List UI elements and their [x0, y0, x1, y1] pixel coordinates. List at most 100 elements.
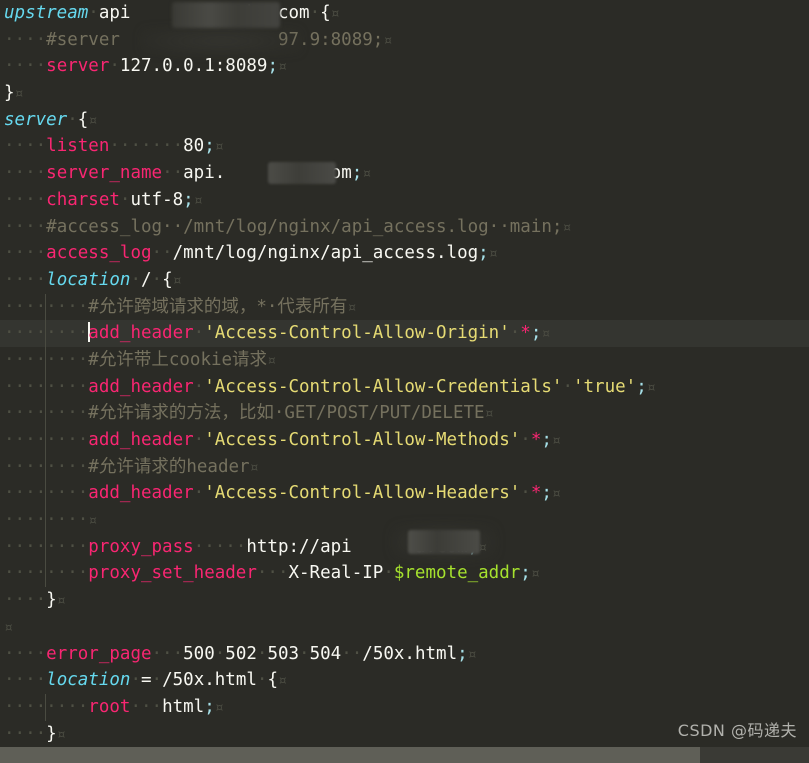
code-line[interactable]: ········#允许请求的header¤ [0, 453, 809, 481]
code-line[interactable]: ········add_header·'Access-Control-Allow… [0, 373, 809, 401]
code-line[interactable]: ········add_header·'Access-Control-Allow… [0, 480, 809, 508]
leading-whitespace-dots: ···· [4, 670, 47, 691]
code-token-num: 503 [267, 643, 300, 664]
code-line[interactable]: ········add_header·'Access-Control-Allow… [0, 427, 809, 454]
code-token-star: * [520, 323, 531, 344]
code-token-str: 'Access-Control-Allow-Credentials' [204, 376, 563, 397]
code-line[interactable]: ····error_page···500·502·503·504··/50x.h… [0, 641, 809, 668]
code-line[interactable]: ····access_log··/mnt/log/nginx/api_acces… [0, 240, 809, 267]
code-token-cmt: #允许带上cookie请求 [88, 349, 268, 370]
code-line[interactable]: ········proxy_set_header···X-Real-IP·$re… [0, 560, 809, 588]
code-line[interactable]: ········#允许跨域请求的域，*·代表所有¤ [0, 293, 809, 321]
code-line[interactable]: ····#server 97.9:8089;¤ [0, 27, 809, 54]
code-token-ws: · [88, 3, 99, 23]
code-token-semi: ; [204, 136, 215, 157]
indent-guide [45, 533, 47, 561]
code-token-txt: /mnt/log/nginx/api_access.log [172, 243, 479, 264]
eol-marker: ¤ [249, 457, 259, 476]
code-token-brace: } [46, 723, 57, 744]
code-line[interactable]: ········#允许带上cookie请求¤ [0, 346, 809, 374]
indent-guide [45, 346, 47, 374]
code-token-dir: proxy_set_header [88, 563, 257, 584]
code-token-kw: server [4, 109, 68, 130]
code-token-semi: ; [530, 323, 542, 344]
code-token-semi: ; [541, 430, 552, 450]
code-token-str: 'true' [572, 376, 637, 397]
indent-guide [45, 427, 47, 454]
leading-whitespace-dots: ···· [4, 723, 47, 744]
code-token-semi: ; [467, 536, 479, 557]
code-token-ws: · [151, 269, 163, 290]
code-token-brace: } [4, 83, 15, 104]
code-token-txt: http://api [246, 536, 352, 557]
code-content-area[interactable]: upstream·api aka.com·{¤ ····#server 97.9:… [0, 0, 809, 745]
code-token-txt: api. [183, 163, 226, 184]
code-line[interactable]: ····location·/·{¤ [0, 267, 809, 294]
code-token-semi: ; [541, 483, 552, 504]
code-line[interactable]: ····}¤ [0, 587, 809, 614]
indent-guide [45, 507, 47, 534]
code-line[interactable]: ¤ [0, 614, 809, 641]
indent-guide [45, 560, 47, 588]
code-editor[interactable]: upstream·api aka.com·{¤ ····#server 97.9:… [0, 0, 809, 763]
code-token-ws: · [119, 189, 131, 210]
code-token-punct: = [141, 670, 152, 691]
code-token-dir: charset [46, 189, 120, 210]
code-token-ws: ······· [109, 136, 184, 157]
eol-marker: ¤ [484, 404, 494, 423]
code-token-dir: add_header [88, 376, 194, 397]
code-token-str: 'Access-Control-Allow-Methods' [204, 430, 521, 450]
code-token-dir: listen [46, 136, 110, 157]
code-token-dir: error_page [46, 643, 152, 664]
code-line[interactable]: ····#access_log··/mnt/log/nginx/api_acce… [0, 214, 809, 241]
code-token-dir: root [88, 696, 131, 717]
eol-marker: ¤ [646, 377, 656, 396]
horizontal-scrollbar-thumb[interactable] [0, 747, 700, 763]
code-token-ws: ··· [151, 643, 184, 664]
code-token-brace: } [46, 590, 57, 611]
code-token-semi: ; [478, 243, 489, 264]
code-line[interactable]: ········¤ [0, 507, 809, 534]
code-token-cmt: #server [46, 29, 120, 50]
code-line[interactable]: ········proxy_pass·····http://api a.com;… [0, 533, 809, 561]
indent-guide [45, 693, 47, 721]
code-token-ws: ·· [162, 163, 184, 184]
eol-marker: ¤ [4, 617, 14, 636]
code-line[interactable]: server·{¤ [0, 107, 809, 134]
code-line[interactable]: ····charset·utf-8;¤ [0, 187, 809, 214]
leading-whitespace-dots: ···· [4, 643, 47, 664]
leading-whitespace-dots: ···· [4, 590, 47, 611]
code-token-cmt: #access_log··/mnt/log/nginx/api_access.l… [46, 216, 563, 237]
code-token-dir: server [46, 56, 110, 77]
horizontal-scrollbar-track[interactable] [0, 747, 809, 763]
eol-marker: ¤ [172, 270, 182, 289]
code-token-semi: ; [520, 563, 531, 584]
code-token-txt: X-Real-IP [288, 563, 384, 584]
code-token-semi: ; [351, 163, 363, 184]
eol-marker: ¤ [362, 164, 372, 183]
code-line[interactable]: ········add_header·'Access-Control-Allow… [0, 320, 809, 347]
code-token-cmt: 97.9:8089; [277, 29, 384, 50]
code-line[interactable]: upstream·api aka.com·{¤ [0, 0, 809, 27]
code-line[interactable]: ····server_name··api. ka.com;¤ [0, 160, 809, 187]
code-token-ws: · [509, 323, 521, 344]
leading-whitespace-dots: ···· [4, 216, 47, 237]
code-token-star: * [530, 430, 542, 450]
code-token-ws: · [520, 430, 531, 450]
code-line[interactable]: ········#允许请求的方法，比如·GET/POST/PUT/DELETE¤ [0, 400, 809, 427]
eol-marker: ¤ [278, 671, 288, 690]
code-line[interactable]: ····listen·······80;¤ [0, 133, 809, 160]
code-line[interactable]: ····location·=·/50x.html·{¤ [0, 667, 809, 694]
code-token-ws: ·· [151, 243, 173, 264]
eol-marker: ¤ [467, 644, 477, 663]
code-token-ws: ·· [341, 643, 363, 664]
code-token-txt: utf-8 [130, 189, 184, 210]
indent-guide [45, 400, 47, 427]
code-token-ws: ··· [130, 696, 163, 717]
code-line[interactable]: }¤ [0, 80, 809, 107]
code-line[interactable]: ····server·127.0.0.1:8089;¤ [0, 53, 809, 80]
code-token-cmt: #允许跨域请求的域，*·代表所有 [88, 296, 348, 317]
